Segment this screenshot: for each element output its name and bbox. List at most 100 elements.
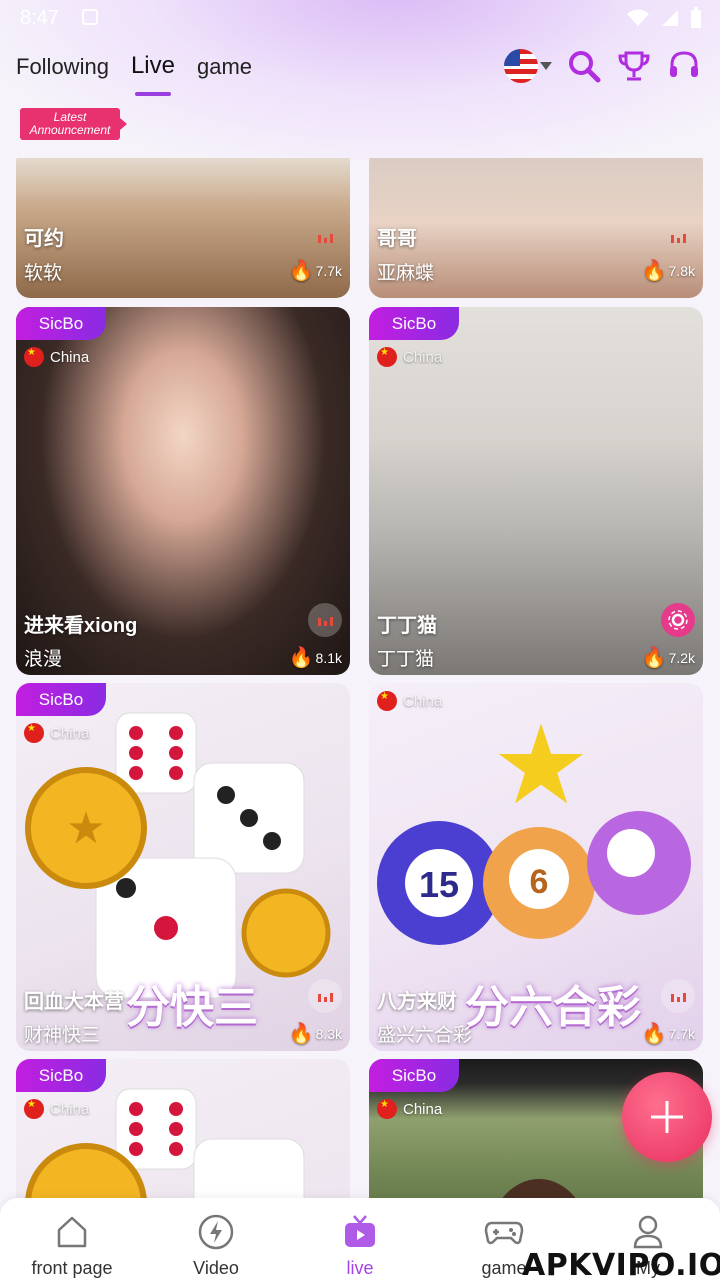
ranking-button[interactable] <box>616 48 652 84</box>
viewer-count-text: 8.3k <box>315 1025 342 1042</box>
viewer-count-text: 7.8k <box>668 262 695 279</box>
status-time: 8:47 <box>20 7 59 29</box>
trophy-icon <box>618 51 650 81</box>
svg-text:★: ★ <box>492 704 591 827</box>
location: China <box>377 1099 442 1119</box>
fire-icon: 🔥 <box>288 647 314 669</box>
host-name: 盛兴六合彩 <box>377 1025 473 1046</box>
location: China <box>24 347 89 367</box>
tab-following[interactable]: Following <box>16 54 109 90</box>
live-room-card[interactable]: ★ 15 6 China 分六合彩 八方来财 盛兴六合彩 🔥7.7k <box>369 683 703 1051</box>
us-flag-icon <box>504 49 538 83</box>
fire-icon: 🔥 <box>288 260 314 282</box>
fire-icon: 🔥 <box>641 647 667 669</box>
fire-icon: 🔥 <box>288 1023 314 1045</box>
live-room-card[interactable]: SicBo China 丁丁猫 丁丁猫 🔥7.2k <box>369 307 703 675</box>
live-indicator-icon <box>308 603 342 637</box>
announcement-line2: Announcement <box>29 123 111 137</box>
live-indicator-icon <box>661 979 695 1013</box>
viewer-count: 🔥 7.8k <box>642 258 695 283</box>
host-name: 财神快三 <box>24 1025 101 1046</box>
viewer-count-text: 8.1k <box>315 649 342 666</box>
game-tag: SicBo <box>369 307 459 340</box>
battery-icon <box>691 7 701 28</box>
room-title: 回血大本营 <box>24 991 124 1013</box>
room-title: 丁丁猫 <box>377 615 437 637</box>
location-text: China <box>50 348 90 366</box>
live-indicator-icon <box>308 220 342 254</box>
language-selector[interactable] <box>504 49 552 83</box>
home-icon <box>57 1216 87 1248</box>
create-room-button[interactable] <box>622 1072 712 1162</box>
live-room-card[interactable]: SicBo China <box>16 1059 350 1198</box>
live-room-card[interactable]: ★ SicBo China 分快三 回血大本营 财神快三 🔥8.3k <box>16 683 350 1051</box>
game-banner-text: 分六合彩 <box>465 983 641 1032</box>
room-title: 哥哥 <box>377 228 417 250</box>
customer-service-button[interactable] <box>666 48 702 84</box>
host-name: 浪漫 <box>24 649 63 670</box>
fire-icon: 🔥 <box>641 260 667 282</box>
location-text: China <box>403 1100 443 1118</box>
live-room-card[interactable]: 可约 软软 🔥 7.7k <box>16 158 350 298</box>
location-text: China <box>50 1100 90 1118</box>
live-indicator-icon <box>308 979 342 1013</box>
live-room-card[interactable]: SicBo China 进来看xiong 浪漫 🔥8.1k <box>16 307 350 675</box>
nav-front-page[interactable]: front page <box>0 1212 144 1279</box>
status-icons <box>626 7 702 29</box>
status-bar: 8:47 <box>0 0 720 36</box>
gamepad-icon <box>484 1221 524 1245</box>
host-name: 软软 <box>24 263 63 284</box>
china-flag-icon <box>24 1099 44 1119</box>
live-room-card[interactable]: 哥哥 亚麻蝶 🔥 7.8k <box>369 158 703 298</box>
host-name: 丁丁猫 <box>377 649 435 670</box>
nav-live[interactable]: live <box>288 1212 432 1279</box>
wifi-icon <box>627 9 649 26</box>
location: China <box>377 347 442 367</box>
live-room-feed[interactable]: 可约 软软 🔥7.7k 哥哥 亚麻蝶 🔥7.8k SicBo China 进来看… <box>0 158 720 1198</box>
nav-label: front page <box>31 1258 113 1278</box>
chevron-down-icon <box>540 62 552 70</box>
tab-live[interactable]: Live <box>131 52 175 96</box>
signal-icon <box>662 10 678 26</box>
viewer-count: 🔥 7.2k <box>642 645 695 670</box>
location: China <box>377 691 442 711</box>
china-flag-icon <box>24 347 44 367</box>
china-flag-icon <box>24 723 44 743</box>
voice-live-icon <box>661 603 695 637</box>
header-actions <box>504 48 702 84</box>
top-tabs: Following Live game <box>16 52 252 96</box>
game-tag: SicBo <box>16 683 106 716</box>
headset-icon <box>670 51 698 77</box>
tab-game[interactable]: game <box>197 54 252 90</box>
location-text: China <box>50 724 90 742</box>
search-button[interactable] <box>566 48 602 84</box>
announcement-badge[interactable]: Latest Announcement <box>20 108 127 140</box>
nav-label: Video <box>193 1258 239 1278</box>
location: China <box>24 1099 89 1119</box>
location-text: China <box>403 348 443 366</box>
viewer-count-text: 7.2k <box>668 649 695 666</box>
viewer-count: 🔥 8.3k <box>289 1021 342 1046</box>
viewer-count-text: 7.7k <box>668 1025 695 1042</box>
nav-label: live <box>346 1258 374 1278</box>
game-tag: SicBo <box>16 1059 106 1092</box>
svg-text:15: 15 <box>419 864 459 905</box>
game-tag: SicBo <box>16 307 106 340</box>
svg-text:6: 6 <box>530 863 549 901</box>
china-flag-icon <box>377 347 397 367</box>
host-name: 亚麻蝶 <box>377 263 435 284</box>
live-indicator-icon <box>661 220 695 254</box>
search-icon <box>569 51 601 83</box>
plus-icon <box>651 1101 683 1133</box>
top-header: Following Live game <box>0 44 720 96</box>
location-text: China <box>403 692 443 710</box>
user-icon <box>633 1215 663 1249</box>
notification-icon <box>82 9 98 25</box>
nav-video[interactable]: Video <box>144 1212 288 1279</box>
watermark-text: APKVIPO.IO <box>522 1248 720 1280</box>
fire-icon: 🔥 <box>641 1023 667 1045</box>
game-banner-text: 分快三 <box>126 983 258 1032</box>
viewer-count-text: 7.7k <box>315 262 342 279</box>
lightning-icon <box>198 1214 234 1250</box>
game-tag: SicBo <box>369 1059 459 1092</box>
